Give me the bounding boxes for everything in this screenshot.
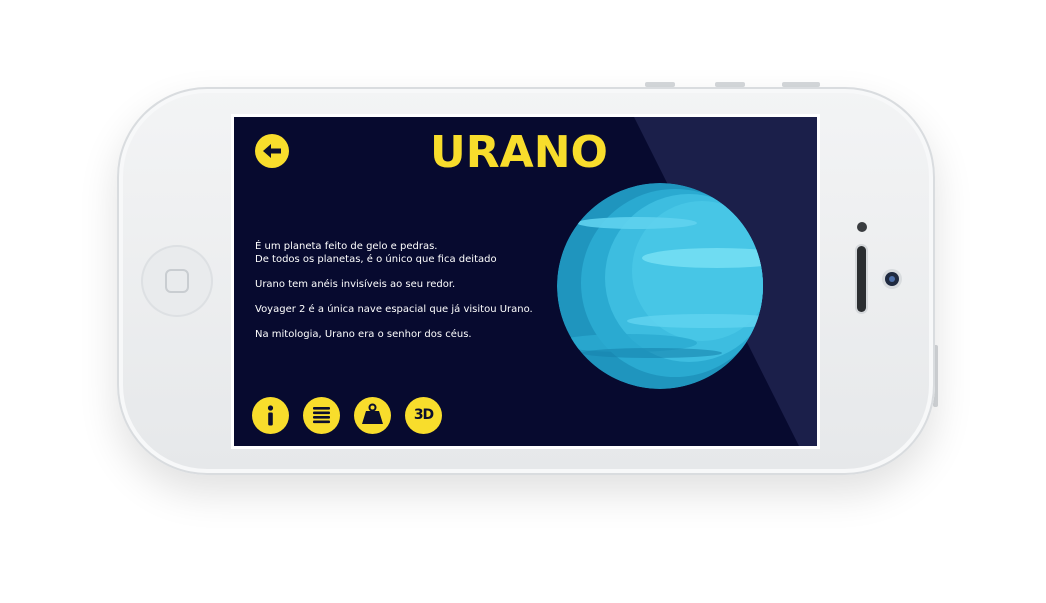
info-icon	[267, 405, 274, 426]
proximity-sensor	[857, 222, 867, 232]
fact-line: É um planeta feito de gelo e pedras.	[255, 241, 438, 252]
list-icon	[313, 407, 330, 424]
fact-line: De todos os planetas, é o único que fica…	[255, 254, 497, 265]
weight-button[interactable]	[354, 397, 391, 434]
weight-icon	[362, 403, 383, 424]
fact-line: Na mitologia, Urano era o senhor dos céu…	[255, 329, 472, 340]
fact-line: Voyager 2 é a única nave espacial que já…	[255, 304, 533, 315]
fact-paragraph: Voyager 2 é a única nave espacial que já…	[255, 303, 555, 316]
front-camera	[885, 272, 899, 286]
fact-paragraph: Na mitologia, Urano era o senhor dos céu…	[255, 328, 555, 341]
earpiece-speaker	[857, 246, 866, 312]
info-button[interactable]	[252, 397, 289, 434]
fact-paragraph: É um planeta feito de gelo e pedras. De …	[255, 240, 555, 266]
uranus-planet-illustration	[557, 183, 763, 389]
list-button[interactable]	[303, 397, 340, 434]
arrow-left-icon	[263, 144, 281, 158]
planet-facts: É um planeta feito de gelo e pedras. De …	[255, 240, 555, 353]
fact-line: Urano tem anéis invisíveis ao seu redor.	[255, 279, 456, 290]
three-d-label: 3D	[413, 407, 434, 423]
page-title: URANO	[430, 127, 608, 178]
app-screen: URANO É um planeta feito de gelo e pedra…	[234, 117, 817, 446]
phone-home-button[interactable]	[141, 245, 213, 317]
back-button[interactable]	[255, 134, 289, 168]
home-square-icon	[165, 269, 189, 293]
three-d-view-button[interactable]: 3D	[405, 397, 442, 434]
stage: URANO É um planeta feito de gelo e pedra…	[0, 0, 1046, 603]
fact-paragraph: Urano tem anéis invisíveis ao seu redor.	[255, 278, 555, 291]
